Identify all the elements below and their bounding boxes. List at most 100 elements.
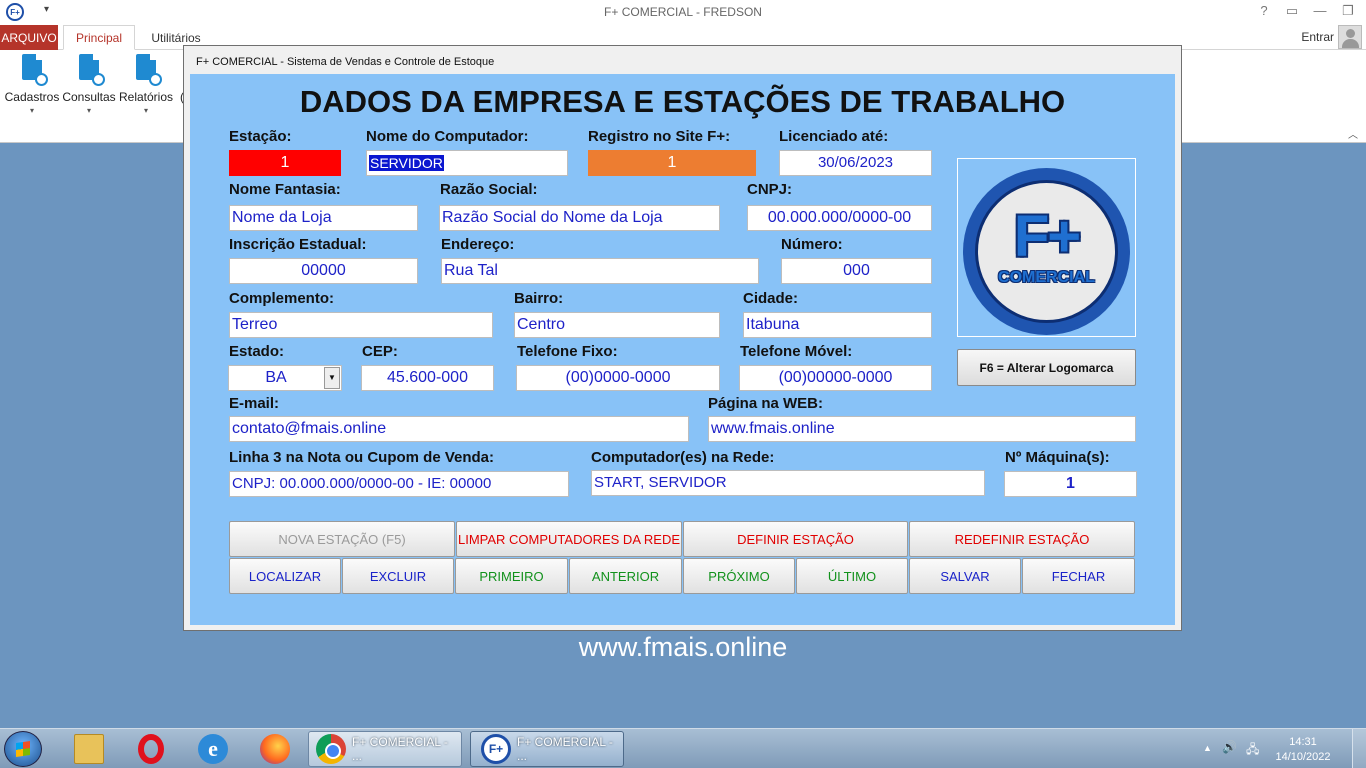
fplus-icon: F+	[481, 734, 511, 764]
bairro-label: Bairro:	[514, 290, 564, 307]
next-button[interactable]: PRÓXIMO	[683, 558, 795, 594]
consultas-label: Consultas	[62, 90, 116, 104]
pagina-web-label: Página na WEB:	[708, 395, 824, 412]
cnpj-field[interactable]: 00.000.000/0000-00	[747, 205, 932, 231]
linha3-label: Linha 3 na Nota ou Cupom de Venda:	[229, 449, 495, 466]
razao-social-label: Razão Social:	[440, 181, 538, 198]
tab-principal[interactable]: Principal	[63, 25, 135, 50]
save-button[interactable]: SALVAR	[909, 558, 1021, 594]
cadastros-label: Cadastros	[4, 90, 60, 104]
desktop-website-text: www.fmais.online	[578, 632, 788, 662]
estado-label: Estado:	[229, 343, 285, 360]
clear-network-computers-button[interactable]: LIMPAR COMPUTADORES DA REDE	[456, 521, 682, 557]
consultas-button[interactable]: Consultas ▾	[61, 54, 117, 115]
define-station-button[interactable]: DEFINIR ESTAÇÃO	[683, 521, 908, 557]
relatorios-button[interactable]: Relatórios ▾	[118, 54, 174, 115]
nome-computador-field[interactable]: SERVIDOR	[366, 150, 568, 176]
clock-date: 14/10/2022	[1275, 751, 1331, 763]
firefox-icon[interactable]	[260, 734, 290, 764]
form-panel: DADOS DA EMPRESA E ESTAÇÕES DE TRABALHO …	[190, 74, 1175, 625]
telefone-movel-field[interactable]: (00)00000-0000	[739, 365, 932, 391]
razao-social-field[interactable]: Razão Social do Nome da Loja	[439, 205, 720, 231]
complemento-field[interactable]: Terreo	[229, 312, 493, 338]
cep-field[interactable]: 45.600-000	[361, 365, 494, 391]
chrome-icon	[316, 734, 346, 764]
clock-time: 14:31	[1289, 736, 1317, 748]
complemento-label: Complemento:	[229, 290, 334, 307]
estado-value: BA	[265, 369, 287, 386]
previous-button[interactable]: ANTERIOR	[569, 558, 682, 594]
last-button[interactable]: ÚLTIMO	[796, 558, 908, 594]
taskbar-chrome-window[interactable]: F+ COMERCIAL - ...	[308, 731, 462, 767]
taskbar: e F+ COMERCIAL - ... F+ F+ COMERCIAL - .…	[0, 728, 1366, 768]
ribbon-display-icon[interactable]: ▭	[1282, 3, 1302, 19]
chevron-down-icon: ▾	[29, 106, 34, 115]
licenciado-ate-field[interactable]: 30/06/2023	[779, 150, 932, 176]
opera-icon[interactable]	[138, 734, 164, 764]
company-data-dialog: F+ COMERCIAL - Sistema de Vendas e Contr…	[183, 45, 1182, 631]
numero-label: Número:	[781, 236, 843, 253]
cadastros-button[interactable]: Cadastros ▾	[4, 54, 60, 115]
num-maquinas-field[interactable]: 1	[1004, 471, 1137, 497]
tab-arquivo[interactable]: ARQUIVO	[0, 25, 58, 50]
estacao-label: Estação:	[229, 128, 292, 145]
logo-outer-ring: F+ COMERCIAL	[963, 168, 1130, 335]
registro-site-label: Registro no Site F+:	[588, 128, 731, 145]
locate-button[interactable]: LOCALIZAR	[229, 558, 341, 594]
nome-fantasia-label: Nome Fantasia:	[229, 181, 341, 198]
title-bar: F+ ▾ F+ COMERCIAL - FREDSON ? ▭ — ❐	[0, 0, 1366, 24]
registro-site-field[interactable]: 1	[588, 150, 756, 176]
bairro-field[interactable]: Centro	[514, 312, 720, 338]
volume-icon[interactable]: 🔊	[1222, 740, 1237, 754]
email-label: E-mail:	[229, 395, 280, 412]
user-avatar-icon[interactable]	[1338, 25, 1362, 49]
chevron-down-icon: ▾	[86, 106, 91, 115]
linha3-field[interactable]: CNPJ: 00.000.000/0000-00 - IE: 00000	[229, 471, 569, 497]
internet-explorer-icon[interactable]: e	[198, 734, 228, 764]
close-button[interactable]: FECHAR	[1022, 558, 1135, 594]
start-button[interactable]	[4, 731, 42, 767]
taskbar-window-label: F+ COMERCIAL - ...	[517, 735, 613, 763]
clock[interactable]: 14:31 14/10/2022	[1268, 735, 1338, 765]
estacao-field[interactable]: 1	[229, 150, 341, 176]
delete-button[interactable]: EXCLUIR	[342, 558, 454, 594]
company-logo: F+ COMERCIAL	[957, 158, 1136, 337]
chevron-down-icon[interactable]: ▼	[324, 367, 340, 389]
report-document-icon	[132, 54, 162, 86]
minimize-button[interactable]: —	[1310, 3, 1330, 18]
first-button[interactable]: PRIMEIRO	[455, 558, 568, 594]
logo-fplus-text: F+	[1013, 204, 1081, 269]
logo-comercial-text: COMERCIAL	[998, 269, 1095, 286]
inscricao-estadual-field[interactable]: 00000	[229, 258, 418, 284]
show-desktop-button[interactable]	[1352, 729, 1366, 768]
cidade-field[interactable]: Itabuna	[743, 312, 932, 338]
search-document-icon	[75, 54, 105, 86]
telefone-movel-label: Telefone Móvel:	[740, 343, 853, 360]
telefone-fixo-field[interactable]: (00)0000-0000	[516, 365, 720, 391]
add-document-icon	[18, 54, 48, 86]
estado-select[interactable]: BA ▼	[228, 365, 342, 391]
taskbar-window-label: F+ COMERCIAL - ...	[352, 735, 448, 763]
tray-expand-icon[interactable]: ▲	[1203, 743, 1212, 753]
endereco-field[interactable]: Rua Tal	[441, 258, 759, 284]
redefine-station-button[interactable]: REDEFINIR ESTAÇÃO	[909, 521, 1135, 557]
numero-field[interactable]: 000	[781, 258, 932, 284]
dialog-title: F+ COMERCIAL - Sistema de Vendas e Contr…	[196, 56, 495, 68]
email-field[interactable]: contato@fmais.online	[229, 416, 689, 442]
sign-in-link[interactable]: Entrar	[1301, 30, 1334, 44]
file-explorer-icon[interactable]	[74, 734, 104, 764]
taskbar-fplus-window[interactable]: F+ F+ COMERCIAL - ...	[470, 731, 624, 767]
cnpj-label: CNPJ:	[747, 181, 793, 198]
relatorios-label: Relatórios	[118, 90, 174, 104]
nome-computador-label: Nome do Computador:	[366, 128, 529, 145]
help-icon[interactable]: ?	[1254, 3, 1274, 18]
new-station-button[interactable]: NOVA ESTAÇÃO (F5)	[229, 521, 455, 557]
maximize-button[interactable]: ❐	[1338, 3, 1358, 19]
pagina-web-field[interactable]: www.fmais.online	[708, 416, 1136, 442]
change-logo-button[interactable]: F6 = Alterar Logomarca	[957, 349, 1136, 386]
collapse-ribbon-icon[interactable]: ︿	[1348, 126, 1358, 141]
nome-fantasia-field[interactable]: Nome da Loja	[229, 205, 418, 231]
page-title: DADOS DA EMPRESA E ESTAÇÕES DE TRABALHO	[299, 84, 1066, 119]
computadores-rede-field[interactable]: START, SERVIDOR	[591, 470, 985, 496]
network-icon[interactable]: 🖧	[1246, 740, 1259, 761]
